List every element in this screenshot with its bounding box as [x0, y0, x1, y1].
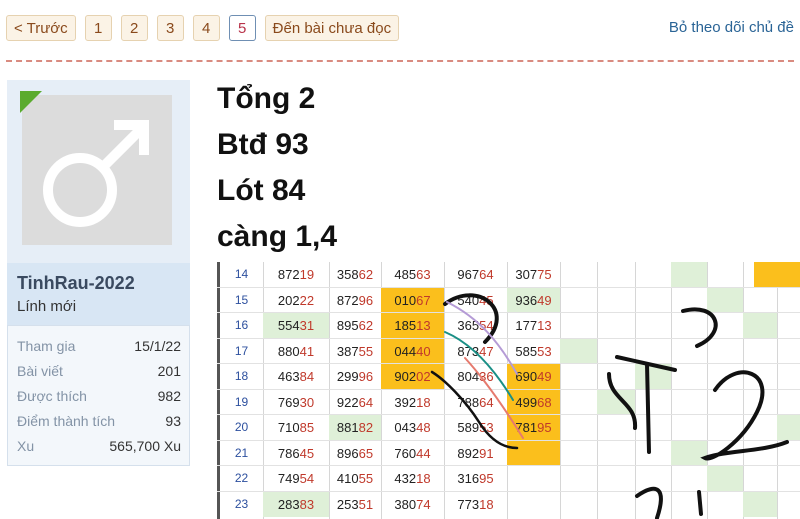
stat-label: Xu	[17, 438, 35, 454]
page-2-button[interactable]: 2	[120, 15, 148, 41]
stat-label: Tham gia	[17, 338, 76, 354]
stat-coins: Xu 565,700 Xu	[17, 438, 181, 454]
post-line-4: càng 1,4	[217, 220, 338, 253]
post-line-2: Btđ 93	[217, 128, 309, 161]
page-1-button[interactable]: 1	[84, 15, 112, 41]
stat-posts: Bài viết 201	[17, 363, 181, 379]
username[interactable]: TinhRau-2022	[17, 273, 135, 294]
user-stats: Tham gia 15/1/22 Bài viết 201 Được thích 98…	[7, 325, 190, 466]
page-4-button[interactable]: 4	[192, 15, 220, 41]
stat-points: Điểm thành tích 93	[17, 413, 181, 429]
stat-label: Được thích	[17, 388, 87, 404]
post-line-1: Tổng 2	[217, 82, 316, 115]
online-badge	[20, 91, 42, 113]
stat-value: 565,700 Xu	[109, 438, 181, 454]
stat-label: Điểm thành tích	[17, 413, 116, 429]
user-title: Lính mới	[17, 298, 77, 315]
user-sidebar: TinhRau-2022 Lính mới Tham gia 15/1/22 Bà…	[7, 80, 190, 466]
unread-posts-button[interactable]: Đến bài chưa đọc	[264, 15, 400, 41]
stat-value: 15/1/22	[134, 338, 181, 354]
stat-value: 982	[157, 388, 181, 404]
handwriting-overlay	[430, 293, 789, 519]
male-symbol-icon	[43, 120, 149, 227]
pagination: < Trước 1 2 3 4 5 Đến bài chưa đọc	[6, 15, 400, 41]
unfollow-thread-link[interactable]: Bỏ theo dõi chủ đề	[669, 19, 794, 36]
prev-page-button[interactable]: < Trước	[6, 15, 76, 41]
avatar-container	[7, 80, 190, 263]
post-line-3: Lót 84	[217, 174, 306, 207]
lottery-table-image: 14 87219 35862 48563 96764 30775 15 20222 87296 0…	[217, 262, 800, 519]
user-info: TinhRau-2022 Lính mới	[7, 263, 190, 325]
page-3-button[interactable]: 3	[156, 15, 184, 41]
stat-likes: Được thích 982	[17, 388, 181, 404]
stat-value: 201	[157, 363, 181, 379]
avatar[interactable]	[22, 95, 172, 245]
divider	[6, 60, 794, 62]
page-5-button[interactable]: 5	[228, 15, 256, 41]
stat-joined: Tham gia 15/1/22	[17, 338, 181, 354]
stat-value: 93	[165, 413, 181, 429]
stat-label: Bài viết	[17, 363, 63, 379]
